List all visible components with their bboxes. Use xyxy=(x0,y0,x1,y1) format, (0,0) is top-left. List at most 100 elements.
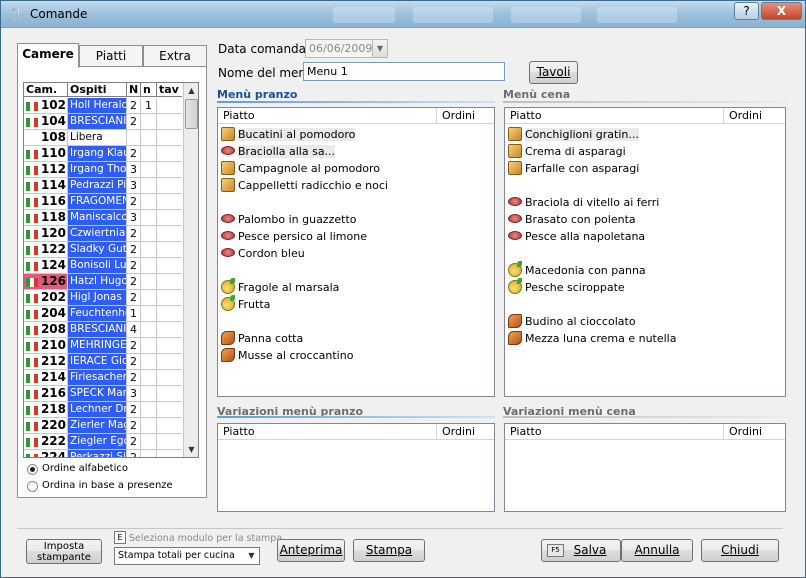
room-row[interactable]: 204 Feuchtenho 1 xyxy=(24,306,182,322)
room-row[interactable]: 112 Irgang Thor 3 xyxy=(24,162,182,178)
col-cam[interactable]: Cam. xyxy=(24,83,68,97)
imposta-stampante-button[interactable]: Imposta stampante xyxy=(26,539,102,564)
dish-item[interactable]: Braciola di vitello ai ferri xyxy=(508,194,659,211)
close-window-button[interactable]: X xyxy=(761,2,802,20)
menu-cena-list[interactable]: Piatto Ordini Conchiglioni gratin... Crem… xyxy=(504,107,786,397)
dish-item[interactable]: Pesce alla napoletana xyxy=(508,228,645,245)
nome-menu-input[interactable]: Menu 1 xyxy=(303,62,505,81)
chevron-down-icon[interactable]: ▼ xyxy=(244,548,259,564)
room-row[interactable]: 102 Holl Herald 2 1 xyxy=(24,98,182,114)
dish-item[interactable]: Frutta xyxy=(221,295,271,313)
dish-item[interactable]: Conchiglioni gratin... xyxy=(508,126,639,143)
dish-item[interactable]: Musse al croccantino xyxy=(221,347,353,364)
room-row[interactable]: 224 Perkazzi Sil 2 xyxy=(24,450,182,457)
tab-camere[interactable]: Camere xyxy=(17,43,79,68)
radio-checked-icon[interactable] xyxy=(27,464,38,475)
col-piatto[interactable]: Piatto xyxy=(218,108,255,124)
dish-name: Braciolla alla sa... xyxy=(238,145,336,158)
room-row[interactable]: 120 Czwiertnia I2 xyxy=(24,226,182,242)
guest-name: Firiesacher xyxy=(68,370,127,385)
dish-item[interactable]: Crema di asparagi xyxy=(508,143,626,160)
tab-piatti[interactable]: Piatti xyxy=(79,45,143,67)
room-row[interactable]: 208 BRESCIANI 4 xyxy=(24,322,182,338)
dish-item[interactable]: Pesche sciroppate xyxy=(508,278,625,296)
table-cell xyxy=(157,194,182,209)
col-tav[interactable]: tav xyxy=(157,83,182,97)
room-row[interactable]: 114 Pedrazzi Pie 3 xyxy=(24,178,182,194)
room-row[interactable]: 122 Sladky Gutt 2 xyxy=(24,242,182,258)
dish-item[interactable]: Cordon bleu xyxy=(221,245,305,262)
dish-item[interactable]: Pesce persico al limone xyxy=(221,228,367,245)
cutlery-icon: 🍴 xyxy=(8,7,25,22)
dish-item[interactable]: Farfalle con asparagi xyxy=(508,160,639,177)
table-cell xyxy=(157,290,182,305)
modulo-select[interactable]: Stampa totali per cucina ▼ xyxy=(114,547,260,565)
dish-item[interactable]: Budino al cioccolato xyxy=(508,313,636,330)
rooms-grid[interactable]: Cam. Ospiti N n tav 102 Holl Herald 2 1 104 B… xyxy=(23,82,199,458)
guest-name: BRESCIANI xyxy=(68,114,127,129)
menu-pranzo-title: Menù pranzo xyxy=(217,88,298,101)
col-ordini[interactable]: Ordini xyxy=(723,424,780,440)
rooms-scrollbar[interactable]: ▲ ▼ xyxy=(183,83,198,457)
guest-name: Zierler Mag xyxy=(68,418,127,433)
italian-flag-icon xyxy=(26,229,38,239)
dish-item[interactable]: Campagnole al pomodoro xyxy=(221,160,380,177)
col-piatto[interactable]: Piatto xyxy=(218,424,255,440)
room-row[interactable]: 212 IERACE Gio 2 xyxy=(24,354,182,370)
dish-item[interactable]: Macedonia con panna xyxy=(508,261,646,279)
room-row[interactable]: 214 Firiesacher 2 xyxy=(24,370,182,386)
chevron-down-icon: ▼ xyxy=(372,40,387,57)
room-row[interactable]: 116 FRAGOMEN 2 xyxy=(24,194,182,210)
col-ospiti[interactable]: Ospiti xyxy=(68,83,127,97)
variazioni-pranzo-list[interactable]: Piatto Ordini xyxy=(217,423,495,512)
room-row[interactable]: 222Ziegler Egor2 xyxy=(24,434,182,450)
room-row[interactable]: 220 Zierler Mag 2 xyxy=(24,418,182,434)
dish-item[interactable]: Cappelletti radicchio e noci xyxy=(221,177,388,194)
guest-name: Sladky Gutt xyxy=(68,242,127,257)
scroll-thumb[interactable] xyxy=(185,99,198,129)
scroll-down-arrow-icon[interactable]: ▼ xyxy=(184,442,198,457)
dish-item[interactable]: Bucatini al pomodoro xyxy=(221,126,356,143)
dish-item[interactable]: Panna cotta xyxy=(221,330,303,347)
radio-unchecked-icon[interactable] xyxy=(27,481,38,492)
guests-count: 2 xyxy=(127,290,141,305)
room-row[interactable]: 104 BRESCIANI 2 xyxy=(24,114,182,130)
variazioni-cena-list[interactable]: Piatto Ordini xyxy=(504,423,786,512)
stampa-label: Stampa xyxy=(365,543,413,557)
col-ordini[interactable]: Ordini xyxy=(436,108,493,124)
dish-item[interactable]: Mezza luna crema e nutella xyxy=(508,330,676,347)
annulla-button[interactable]: Annulla xyxy=(621,539,693,562)
room-row[interactable]: 202 Higl Jonas 2 xyxy=(24,290,182,306)
children-count xyxy=(141,370,157,385)
guests-count: 2 xyxy=(127,418,141,433)
menu-pranzo-list[interactable]: Piatto Ordini Bucatini al pomodoro Bracio… xyxy=(217,107,495,397)
tavoli-button[interactable]: Tavoli xyxy=(529,61,578,84)
title-bar[interactable]: 🍴 Comande ? X xyxy=(1,1,805,28)
room-row[interactable]: 118 Maniscalco 3 xyxy=(24,210,182,226)
dish-item[interactable]: Braciolla alla sa... xyxy=(221,143,336,160)
help-button[interactable]: ? xyxy=(734,2,759,20)
col-ordini[interactable]: Ordini xyxy=(436,424,493,440)
col-piatto[interactable]: Piatto xyxy=(505,424,542,440)
dish-item[interactable]: Brasato con polenta xyxy=(508,211,636,228)
scroll-up-arrow-icon[interactable]: ▲ xyxy=(184,83,198,98)
room-row[interactable]: 216 SPECK Mark 3 xyxy=(24,386,182,402)
stampa-button[interactable]: Stampa xyxy=(353,539,425,562)
room-row[interactable]: 108 Libera xyxy=(24,130,182,146)
room-row[interactable]: 124 Bonisoli Luc 2 xyxy=(24,258,182,274)
room-row[interactable]: 218 Lechner Dr. 2 xyxy=(24,402,182,418)
room-row[interactable]: 126 Hatzl Hugo 2 xyxy=(24,274,182,290)
col-piatto[interactable]: Piatto xyxy=(505,108,542,124)
chiudi-button[interactable]: Chiudi xyxy=(701,539,779,562)
salva-button[interactable]: F5 Salva xyxy=(541,539,621,562)
col-n-upper[interactable]: N xyxy=(127,83,141,97)
dish-name: Frutta xyxy=(238,298,271,311)
anteprima-button[interactable]: Anteprima xyxy=(277,539,345,562)
dish-item[interactable]: Palombo in guazzetto xyxy=(221,211,356,228)
col-ordini[interactable]: Ordini xyxy=(723,108,780,124)
room-row[interactable]: 210MEHRINGER2 xyxy=(24,338,182,354)
room-row[interactable]: 110 Irgang Klau 2 xyxy=(24,146,182,162)
tab-extra[interactable]: Extra xyxy=(143,45,207,67)
dish-item[interactable]: Fragole al marsala xyxy=(221,278,339,296)
col-n-lower[interactable]: n xyxy=(141,83,157,97)
